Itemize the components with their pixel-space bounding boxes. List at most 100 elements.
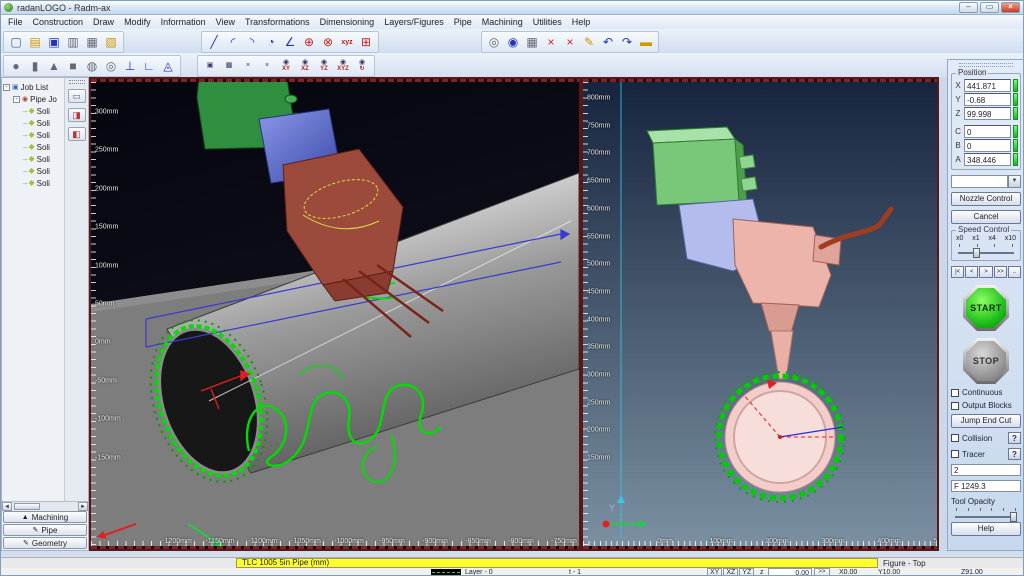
pipe[interactable]: ✎ Pipe	[3, 524, 87, 536]
tree-item-solid[interactable]: – ◆ Soli	[3, 165, 64, 177]
menu-item[interactable]: Pipe	[449, 16, 477, 28]
dock-grip[interactable]	[69, 80, 85, 84]
collapse-icon[interactable]: -	[3, 84, 10, 91]
tree-item-solid[interactable]: – ◆ Soli	[3, 141, 64, 153]
panel-grip[interactable]	[959, 63, 1013, 67]
position-preset-dropdown[interactable]: ▼	[951, 175, 1021, 188]
new-icon[interactable]: ▢	[7, 33, 25, 51]
panel-splitter[interactable]	[939, 77, 947, 551]
close-button[interactable]: ×	[1001, 2, 1020, 13]
3d-scene-machining[interactable]	[91, 79, 579, 549]
line-style-swatch[interactable]	[431, 569, 461, 576]
playback-button[interactable]: |<	[951, 266, 964, 278]
zoom-icon[interactable]: ◎	[485, 33, 503, 51]
z-value-field[interactable]: 0.00	[768, 568, 812, 576]
tree-item-solid[interactable]: – ◆ Soli	[3, 117, 64, 129]
solid-sphere-icon[interactable]: ●	[7, 57, 25, 75]
scroll-right-icon[interactable]: ►	[78, 502, 88, 511]
snap-grid-icon[interactable]: ⊞	[357, 33, 375, 51]
menu-item[interactable]: Dimensioning	[315, 16, 380, 28]
playback-button[interactable]: >	[979, 266, 992, 278]
position-value-field[interactable]: 0	[964, 125, 1011, 138]
view-shrink-icon[interactable]: ×	[258, 57, 276, 75]
arc-tangent-icon[interactable]: ◝	[243, 33, 261, 51]
minimize-button[interactable]: –	[959, 2, 978, 13]
menu-item[interactable]: Utilities	[528, 16, 567, 28]
help-button[interactable]: Help	[951, 522, 1021, 536]
position-value-field[interactable]: 441.871	[964, 79, 1011, 92]
print-list-icon[interactable]: ▥	[64, 33, 82, 51]
scroll-thumb[interactable]	[14, 503, 40, 510]
speed-slider-thumb[interactable]	[973, 248, 980, 258]
view-xz-icon[interactable]: ◉ XZ	[296, 57, 314, 75]
nozzle-control-button[interactable]: Nozzle Control	[951, 192, 1021, 206]
feed-rate-field[interactable]: F 1249.3	[951, 480, 1021, 492]
arc-three-point-icon[interactable]: ◜	[224, 33, 242, 51]
paste-icon[interactable]: ▧	[102, 33, 120, 51]
view-expand-icon[interactable]: ×	[239, 57, 257, 75]
menu-item[interactable]: Help	[567, 16, 596, 28]
stop-button[interactable]: STOP	[963, 338, 1009, 384]
arc-centre-icon[interactable]: ◔	[262, 33, 280, 51]
dock-view-b-icon[interactable]: ◨	[68, 108, 86, 122]
menu-item[interactable]: File	[3, 16, 28, 28]
view-xy-icon[interactable]: ◉ XY	[277, 57, 295, 75]
expand-window-icon[interactable]: ×	[542, 33, 560, 51]
plane-button[interactable]: XZ	[723, 568, 738, 576]
view-image-icon[interactable]: ▦	[523, 33, 541, 51]
geometry[interactable]: ✎ Geometry	[3, 537, 87, 549]
collision-checkbox[interactable]	[951, 434, 959, 442]
plane-button[interactable]: XY	[707, 568, 722, 576]
tracer-help-button[interactable]: ?	[1008, 448, 1021, 460]
dock-view-c-icon[interactable]: ◧	[68, 127, 86, 141]
checkbox[interactable]	[951, 389, 959, 397]
shrink-window-icon[interactable]: ×	[561, 33, 579, 51]
menu-item[interactable]: Machining	[477, 16, 528, 28]
position-value-field[interactable]: 0	[964, 139, 1011, 152]
tree-item-solid[interactable]: – ◆ Soli	[3, 177, 64, 189]
axis-vertical-icon[interactable]: ⊥	[121, 57, 139, 75]
collision-help-button[interactable]: ?	[1008, 432, 1021, 444]
menu-item[interactable]: View	[211, 16, 240, 28]
view-monitor-icon[interactable]: ▣	[201, 57, 219, 75]
dock-view-a-icon[interactable]: ▭	[68, 89, 86, 103]
circle-direction-icon[interactable]: ⊕	[300, 33, 318, 51]
zoom-extents-icon[interactable]: ◉	[504, 33, 522, 51]
view-xyz-icon[interactable]: ◉ XYZ	[334, 57, 352, 75]
step-button[interactable]: >>	[814, 568, 830, 576]
menu-item[interactable]: Transformations	[240, 16, 315, 28]
menu-item[interactable]: Information	[156, 16, 211, 28]
speed-slider[interactable]	[958, 252, 1014, 254]
solid-lamp-icon[interactable]: ◬	[159, 57, 177, 75]
viewport-3d-machining[interactable]: 300mm250mm200mm150mm100mm50mm0mm-50mm-10…	[89, 77, 581, 551]
checkbox[interactable]	[951, 402, 959, 410]
restore-button[interactable]: ▭	[980, 2, 999, 13]
tool-opacity-thumb[interactable]	[1010, 512, 1017, 522]
coordinate-entry-icon[interactable]: xyz	[338, 33, 356, 51]
open-icon[interactable]: ▤	[26, 33, 44, 51]
scroll-left-icon[interactable]: ◄	[2, 502, 12, 511]
3d-scene-section[interactable]: Y	[583, 79, 939, 549]
position-value-field[interactable]: 99.998	[964, 107, 1011, 120]
solid-cone-icon[interactable]: ▲	[45, 57, 63, 75]
menu-item[interactable]: Draw	[88, 16, 119, 28]
tool-opacity-slider[interactable]	[955, 516, 1017, 518]
redo-icon[interactable]: ↷	[618, 33, 636, 51]
tree-item-solid[interactable]: – ◆ Soli	[3, 129, 64, 141]
jump-end-cut-button[interactable]: Jump End Cut	[951, 414, 1021, 428]
line-icon[interactable]: ╱	[205, 33, 223, 51]
sketch-icon[interactable]: ✎	[580, 33, 598, 51]
block-number-field[interactable]: 2	[951, 464, 1021, 476]
solid-cube-icon[interactable]: ■	[64, 57, 82, 75]
view-rotate-icon[interactable]: ◉ ↻	[353, 57, 371, 75]
axis-horizontal-icon[interactable]: ∟	[140, 57, 158, 75]
print-icon[interactable]: ▦	[83, 33, 101, 51]
save-icon[interactable]: ▣	[45, 33, 63, 51]
view-cascade-icon[interactable]: ▩	[220, 57, 238, 75]
angle-construction-icon[interactable]: ∠	[281, 33, 299, 51]
collapse-icon[interactable]: -	[13, 96, 20, 103]
erase-icon[interactable]: ▬	[637, 33, 655, 51]
tracer-checkbox[interactable]	[951, 450, 959, 458]
undo-icon[interactable]: ↶	[599, 33, 617, 51]
menu-item[interactable]: Construction	[28, 16, 89, 28]
